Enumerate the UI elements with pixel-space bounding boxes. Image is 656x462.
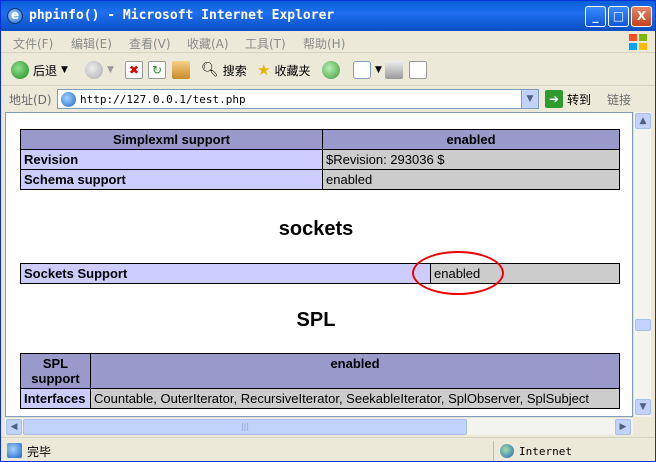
menu-view[interactable]: 查看(V) bbox=[129, 35, 171, 52]
table-header-cell: enabled bbox=[90, 353, 620, 389]
simplexml-table: Simplexml support enabled Revision $Revi… bbox=[20, 129, 620, 190]
menu-edit[interactable]: 编辑(E) bbox=[71, 35, 112, 52]
search-label: 搜索 bbox=[222, 63, 247, 78]
vertical-scroll-thumb[interactable] bbox=[635, 319, 651, 331]
back-dropdown-icon[interactable]: ▼ bbox=[61, 65, 68, 75]
table-header-cell: SPL support bbox=[20, 353, 91, 389]
table-key-cell: Schema support bbox=[20, 169, 323, 190]
maximize-button[interactable]: □ bbox=[608, 6, 629, 27]
table-key-cell: Revision bbox=[20, 149, 323, 170]
horizontal-scroll-thumb[interactable]: ||| bbox=[23, 419, 467, 435]
go-label: 转到 bbox=[567, 92, 592, 107]
edit-button[interactable] bbox=[409, 59, 427, 81]
menu-bar: 文件(F) 编辑(E) 查看(V) 收藏(A) 工具(T) 帮助(H) bbox=[1, 31, 655, 53]
spl-heading: SPL bbox=[296, 309, 336, 331]
scroll-up-icon[interactable]: ▲ bbox=[635, 113, 651, 129]
home-icon bbox=[172, 61, 190, 79]
search-icon: 🔍︎ bbox=[201, 62, 219, 78]
close-button[interactable]: X bbox=[631, 6, 652, 27]
window-title: phpinfo() - Microsoft Internet Explorer bbox=[29, 8, 335, 23]
table-row: Interfaces Countable, OuterIterator, Rec… bbox=[20, 388, 620, 409]
address-url: http://127.0.0.1/test.php bbox=[80, 93, 246, 106]
favorites-label: 收藏夹 bbox=[274, 63, 311, 78]
sockets-heading: sockets bbox=[278, 218, 354, 240]
forward-arrow-icon bbox=[85, 61, 103, 79]
spl-table: SPL support enabled Interfaces Countable… bbox=[20, 353, 620, 409]
status-bar: 完毕 Internet bbox=[1, 437, 655, 461]
zone-label: Internet bbox=[519, 444, 572, 458]
media-button[interactable] bbox=[322, 59, 340, 81]
address-bar: 地址(D) http://127.0.0.1/test.php ▼ ➜ 转到 链… bbox=[1, 87, 655, 111]
title-bar[interactable]: phpinfo() - Microsoft Internet Explorer … bbox=[1, 1, 655, 31]
table-value-cell: enabled bbox=[322, 169, 620, 190]
browser-window: phpinfo() - Microsoft Internet Explorer … bbox=[0, 0, 656, 462]
links-button[interactable]: 链接 bbox=[607, 91, 631, 108]
go-button[interactable]: ➜ 转到 bbox=[545, 90, 591, 108]
table-key-cell: Interfaces bbox=[20, 388, 91, 409]
menu-help[interactable]: 帮助(H) bbox=[303, 35, 345, 52]
status-text: 完毕 bbox=[27, 445, 52, 459]
stop-button[interactable]: ✖ bbox=[125, 59, 143, 81]
globe-icon bbox=[500, 444, 514, 458]
menu-tools[interactable]: 工具(T) bbox=[245, 35, 286, 52]
page-content: Simplexml support enabled Revision $Revi… bbox=[5, 112, 633, 417]
windows-logo-icon bbox=[629, 34, 647, 50]
search-button[interactable]: 🔍︎ 搜索 bbox=[201, 59, 247, 81]
table-value-cell: Countable, OuterIterator, RecursiveItera… bbox=[90, 388, 620, 409]
menu-favorites[interactable]: 收藏(A) bbox=[187, 35, 229, 52]
scroll-right-icon[interactable]: ▶ bbox=[615, 419, 631, 435]
back-label: 后退 bbox=[33, 63, 58, 78]
scroll-left-icon[interactable]: ◀ bbox=[6, 419, 22, 435]
mail-button[interactable]: ▼ bbox=[353, 59, 382, 81]
media-icon bbox=[322, 61, 340, 79]
scroll-down-icon[interactable]: ▼ bbox=[635, 399, 651, 415]
horizontal-scrollbar[interactable]: ◀ ||| ▶ bbox=[5, 417, 633, 435]
star-icon: ★ bbox=[257, 61, 271, 79]
favorites-button[interactable]: ★ 收藏夹 bbox=[257, 59, 310, 81]
highlight-circle bbox=[412, 251, 504, 295]
table-row: Sockets Support enabled bbox=[20, 263, 620, 284]
forward-button[interactable]: ▼ bbox=[85, 59, 114, 81]
table-row: Revision $Revision: 293036 $ bbox=[20, 149, 620, 170]
edit-page-icon bbox=[409, 61, 427, 79]
table-value-cell: $Revision: 293036 $ bbox=[322, 149, 620, 170]
print-icon bbox=[385, 61, 403, 79]
page-icon bbox=[61, 92, 76, 107]
minimize-button[interactable]: _ bbox=[585, 6, 606, 27]
page-status-icon bbox=[7, 443, 22, 458]
refresh-button[interactable]: ↻ bbox=[148, 59, 166, 81]
security-zone: Internet bbox=[493, 441, 633, 461]
print-button[interactable] bbox=[385, 59, 403, 81]
table-key-cell: Sockets Support bbox=[20, 263, 431, 284]
menu-file[interactable]: 文件(F) bbox=[13, 35, 53, 52]
toolbar: 后退 ▼ ▼ ✖ ↻ 🔍︎ 搜索 ★ 收藏夹 ▼ bbox=[1, 54, 655, 86]
address-dropdown-icon[interactable]: ▼ bbox=[521, 90, 538, 108]
vertical-scrollbar[interactable]: ▲ ▼ bbox=[633, 112, 651, 417]
table-row: Schema support enabled bbox=[20, 169, 620, 190]
back-button[interactable]: 后退 ▼ bbox=[11, 59, 68, 81]
table-header-cell: Simplexml support bbox=[20, 129, 323, 150]
table-header-cell: enabled bbox=[322, 129, 620, 150]
table-header-row: Simplexml support enabled bbox=[20, 129, 620, 150]
forward-dropdown-icon[interactable]: ▼ bbox=[107, 65, 114, 75]
mail-dropdown-icon[interactable]: ▼ bbox=[375, 65, 382, 75]
address-input[interactable]: http://127.0.0.1/test.php ▼ bbox=[57, 89, 539, 109]
sockets-table: Sockets Support enabled bbox=[20, 263, 620, 284]
address-label: 地址(D) bbox=[9, 93, 52, 107]
back-arrow-icon bbox=[11, 61, 29, 79]
go-arrow-icon: ➜ bbox=[545, 90, 563, 108]
refresh-icon: ↻ bbox=[148, 61, 166, 79]
mail-icon bbox=[353, 61, 371, 79]
table-header-row: SPL support enabled bbox=[20, 353, 620, 389]
stop-icon: ✖ bbox=[125, 61, 143, 79]
ie-icon bbox=[7, 8, 23, 24]
home-button[interactable] bbox=[172, 59, 190, 81]
